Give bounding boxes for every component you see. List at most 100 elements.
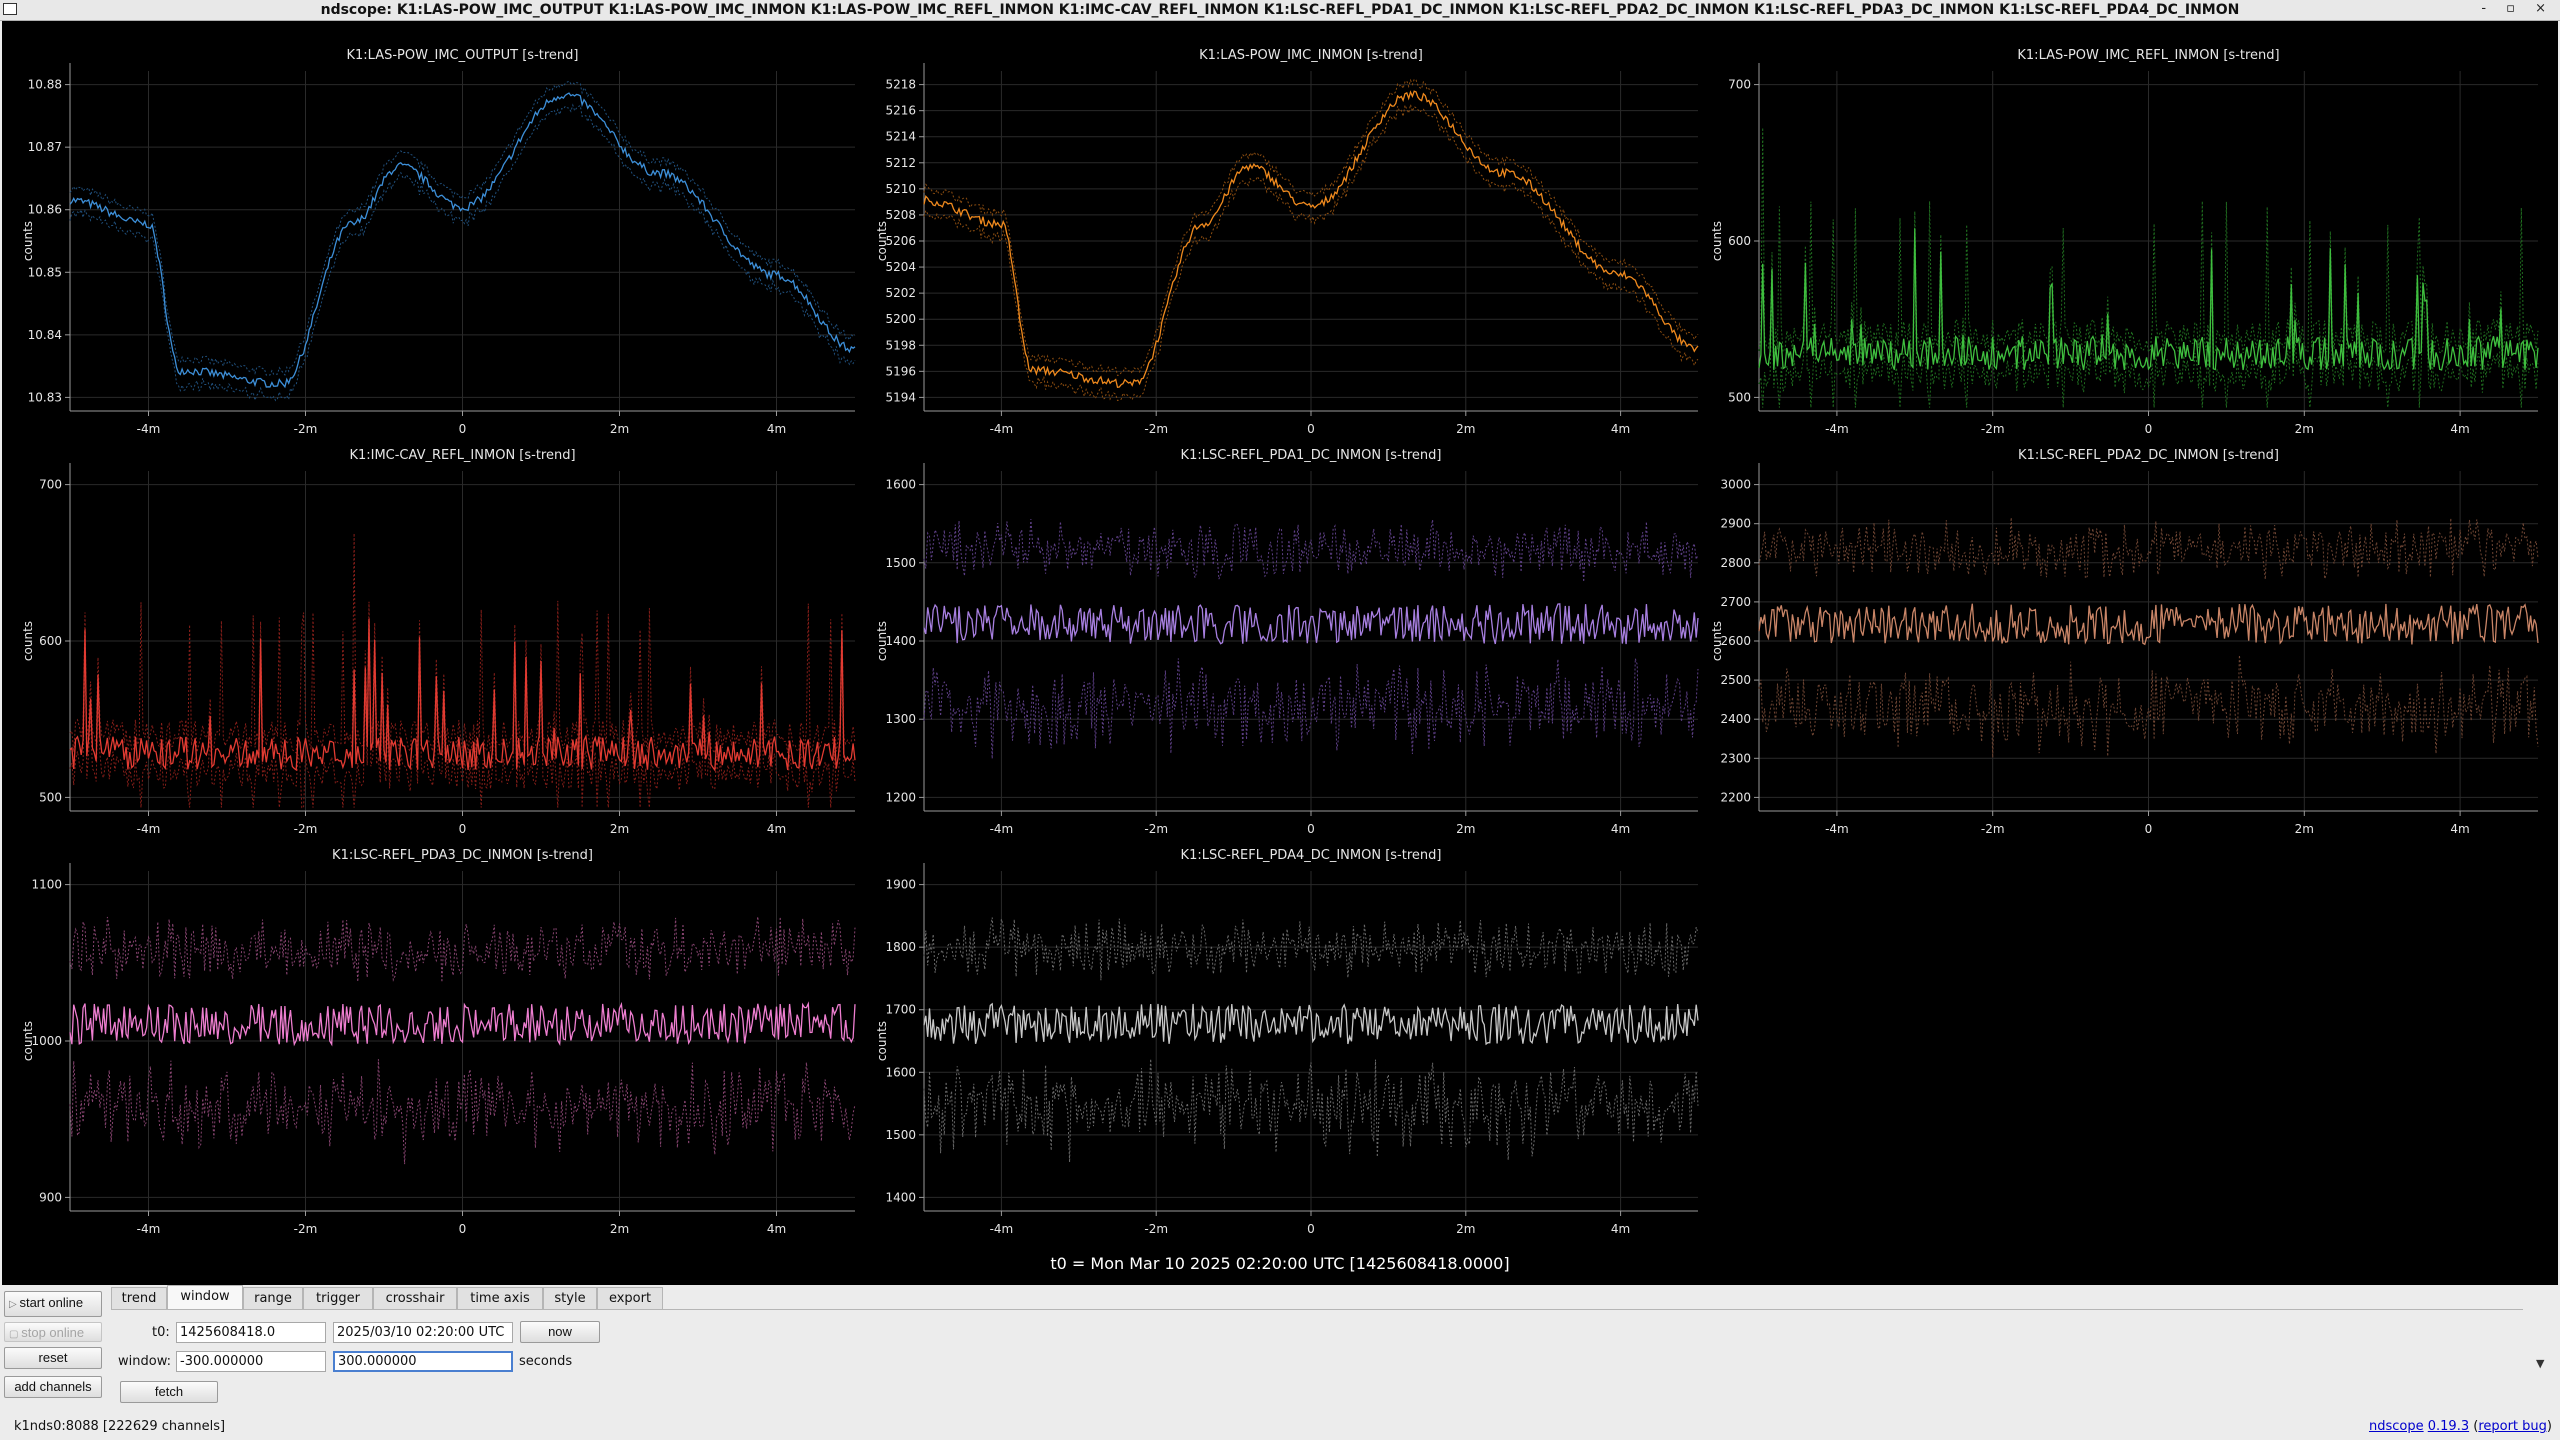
y-tick-label: 3000: [1720, 478, 1751, 492]
reset-button[interactable]: reset: [4, 1347, 102, 1369]
plot-title: K1:IMC-CAV_REFL_INMON [s-trend]: [349, 448, 575, 463]
window-label: window:: [118, 1354, 171, 1369]
plot-2[interactable]: K1:LAS-POW_IMC_INMON [s-trend]counts5194…: [875, 48, 1699, 436]
y-tick-label: 2400: [1720, 712, 1751, 726]
collapse-arrow-icon[interactable]: ▼: [2536, 1357, 2544, 1370]
y-tick-label: 600: [1728, 234, 1751, 248]
window-end-input[interactable]: [333, 1351, 513, 1372]
tab-time-axis[interactable]: time axis: [457, 1287, 543, 1309]
report-bug-link[interactable]: report bug: [2478, 1419, 2547, 1434]
y-tick-label: 1800: [885, 940, 916, 954]
x-tick-label: -4m: [990, 1222, 1014, 1236]
y-tick-label: 1500: [885, 556, 916, 570]
y-tick-label: 2200: [1720, 790, 1751, 804]
title-bar: ndscope: K1:LAS-POW_IMC_OUTPUT K1:LAS-PO…: [0, 0, 2560, 21]
stop-icon: ▢: [9, 1329, 22, 1340]
y-tick-label: 700: [1728, 78, 1751, 92]
plot-title: K1:LSC-REFL_PDA2_DC_INMON [s-trend]: [2018, 448, 2279, 463]
y-tick-label: 10.84: [28, 328, 62, 342]
t0-label: t0 = Mon Mar 10 2025 02:20:00 UTC [14256…: [1050, 1254, 1509, 1273]
x-tick-label: 0: [459, 422, 467, 436]
server-status: k1nds0:8088 [222629 channels]: [14, 1419, 226, 1434]
x-tick-label: 4m: [1611, 422, 1630, 436]
tab-range[interactable]: range: [243, 1287, 303, 1309]
plot-3[interactable]: K1:LAS-POW_IMC_REFL_INMON [s-trend] count…: [1710, 48, 2539, 436]
ndscope-link[interactable]: ndscope: [2369, 1419, 2424, 1434]
x-tick-label: 0: [1307, 1222, 1315, 1236]
tab-window[interactable]: window: [167, 1285, 243, 1309]
y-tick-label: 5204: [885, 260, 916, 274]
plot-title: K1:LSC-REFL_PDA4_DC_INMON [s-trend]: [1181, 848, 1442, 863]
x-tick-label: 2m: [2295, 822, 2314, 836]
y-tick-label: 500: [1728, 390, 1751, 404]
y-tick-label: 1100: [31, 878, 62, 892]
y-tick-label: 2500: [1720, 673, 1751, 687]
x-tick-label: -2m: [1144, 822, 1168, 836]
y-tick-label: 5214: [885, 130, 916, 144]
y-tick-label: 1400: [885, 634, 916, 648]
add-channels-button[interactable]: add channels: [4, 1376, 102, 1398]
fetch-button[interactable]: fetch: [120, 1381, 218, 1403]
plot-area[interactable]: K1:LAS-POW_IMC_OUTPUT [s-trend] counts 10.…: [2, 21, 2558, 1285]
y-tick-label: 900: [39, 1190, 62, 1204]
x-tick-label: 4m: [2450, 422, 2469, 436]
y-tick-label: 5194: [885, 390, 916, 404]
tab-pane-border: [111, 1309, 2523, 1310]
y-tick-label: 1900: [885, 878, 916, 892]
x-tick-label: 2m: [1456, 1222, 1475, 1236]
plot-8[interactable]: K1:LSC-REFL_PDA4_DC_INMON [s-trend] count…: [875, 848, 1699, 1236]
y-tick-label: 10.85: [28, 265, 62, 279]
plot-1[interactable]: K1:LAS-POW_IMC_OUTPUT [s-trend] counts 10.…: [21, 48, 856, 436]
y-tick-label: 1200: [885, 790, 916, 804]
tab-export[interactable]: export: [597, 1287, 663, 1309]
y-tick-label: 5200: [885, 312, 916, 326]
tab-crosshair[interactable]: crosshair: [373, 1287, 457, 1309]
plot-title: K1:LSC-REFL_PDA1_DC_INMON [s-trend]: [1181, 448, 1442, 463]
y-tick-label: 2600: [1720, 634, 1751, 648]
t0-utc-input[interactable]: [333, 1322, 513, 1343]
x-tick-label: 2m: [1456, 422, 1475, 436]
start-online-button[interactable]: ▷ start online: [4, 1291, 102, 1317]
y-tick-label: 5206: [885, 234, 916, 248]
now-button[interactable]: now: [520, 1321, 600, 1343]
x-tick-label: -2m: [294, 422, 318, 436]
t0-gps-input[interactable]: [176, 1322, 326, 1343]
x-tick-label: 2m: [2295, 422, 2314, 436]
window-start-input[interactable]: [176, 1351, 326, 1372]
x-tick-label: 4m: [767, 822, 786, 836]
x-tick-label: -4m: [1825, 822, 1849, 836]
plots-canvas[interactable]: K1:LAS-POW_IMC_OUTPUT [s-trend] counts 10.…: [2, 21, 2558, 1285]
y-tick-label: 5216: [885, 104, 916, 118]
y-tick-label: 1300: [885, 712, 916, 726]
plot-title: K1:LSC-REFL_PDA3_DC_INMON [s-trend]: [332, 848, 593, 863]
version-link[interactable]: 0.19.3: [2428, 1419, 2469, 1434]
plot-4[interactable]: K1:IMC-CAV_REFL_INMON [s-trend] counts 500…: [21, 448, 856, 836]
x-tick-label: -2m: [294, 822, 318, 836]
y-tick-label: 600: [39, 634, 62, 648]
y-tick-label: 5198: [885, 338, 916, 352]
version-info: ndscope 0.19.3 (report bug): [2369, 1419, 2552, 1434]
tab-trend[interactable]: trend: [111, 1287, 167, 1309]
x-tick-label: 0: [1307, 422, 1315, 436]
y-tick-label: 5210: [885, 182, 916, 196]
tab-trigger[interactable]: trigger: [303, 1287, 373, 1309]
plot-6[interactable]: K1:LSC-REFL_PDA2_DC_INMON [s-trend]count…: [1710, 448, 2539, 836]
x-tick-label: -2m: [1981, 422, 2005, 436]
y-tick-label: 5196: [885, 364, 916, 378]
stop-online-button[interactable]: ▢ stop online: [4, 1322, 102, 1342]
plot-title: K1:LAS-POW_IMC_INMON [s-trend]: [1199, 48, 1423, 63]
x-tick-label: 0: [2145, 822, 2153, 836]
play-icon: ▷: [9, 1299, 20, 1310]
plot-5[interactable]: K1:LSC-REFL_PDA1_DC_INMON [s-trend]count…: [875, 448, 1699, 836]
x-tick-label: 2m: [610, 822, 629, 836]
plot-7[interactable]: K1:LSC-REFL_PDA3_DC_INMON [s-trend]count…: [21, 848, 856, 1236]
y-tick-label: 700: [39, 478, 62, 492]
x-tick-label: 0: [459, 1222, 467, 1236]
y-axis-label: counts: [21, 621, 35, 661]
tab-style[interactable]: style: [543, 1287, 597, 1309]
window-controls[interactable]: - ▫ ×: [2481, 1, 2554, 16]
x-tick-label: 0: [2145, 422, 2153, 436]
x-tick-label: 0: [459, 822, 467, 836]
y-tick-label: 10.83: [28, 390, 62, 404]
x-tick-label: -4m: [990, 422, 1014, 436]
